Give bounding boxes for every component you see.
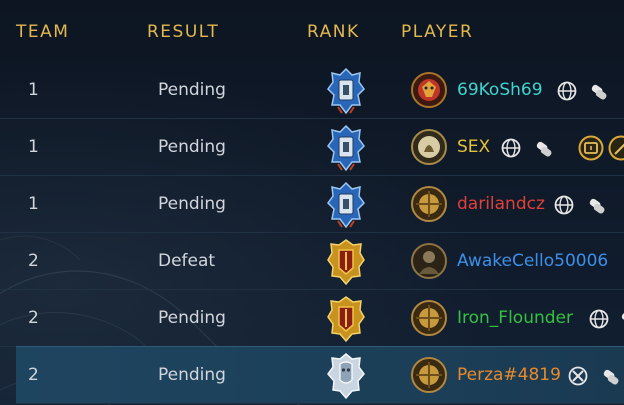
mouse-keyboard-icon bbox=[536, 141, 552, 157]
mute-icon[interactable] bbox=[608, 135, 624, 161]
team-number: 2 bbox=[28, 308, 39, 328]
mouse-keyboard-icon bbox=[621, 312, 624, 323]
globe-icon bbox=[554, 195, 574, 215]
globe-icon bbox=[557, 81, 577, 101]
table-row-selected[interactable]: 2 Pending Perza#4819 bbox=[16, 346, 624, 404]
mouse-keyboard-icon bbox=[589, 198, 605, 214]
table-row[interactable]: 2 Defeat AwakeCello50006 bbox=[0, 233, 624, 290]
player-avatar[interactable] bbox=[410, 71, 448, 109]
column-header-rank[interactable]: RANK bbox=[307, 22, 360, 42]
silver-blue-rank-icon bbox=[327, 124, 365, 172]
table-row[interactable]: 1 Pending SEX bbox=[0, 119, 624, 176]
xbox-icon bbox=[568, 366, 588, 386]
mouse-keyboard-icon bbox=[603, 369, 619, 385]
team-number: 1 bbox=[28, 194, 39, 214]
player-avatar[interactable] bbox=[410, 299, 448, 337]
player-name[interactable]: Perza#4819 bbox=[457, 365, 561, 385]
player-name[interactable]: 69KoSh69 bbox=[457, 80, 543, 100]
table-row[interactable]: 1 Pending 69KoSh69 bbox=[0, 62, 624, 119]
match-result: Pending bbox=[158, 308, 226, 328]
team-number: 1 bbox=[28, 80, 39, 100]
team-number: 2 bbox=[28, 251, 39, 271]
gold-rank-icon bbox=[327, 239, 365, 286]
table-row[interactable]: 1 Pending darilandcz bbox=[0, 176, 624, 233]
player-name[interactable]: AwakeCello50006 bbox=[457, 251, 608, 271]
player-name[interactable]: Iron_Flounder bbox=[457, 308, 573, 328]
gold-rank-icon bbox=[327, 296, 365, 343]
match-result: Pending bbox=[158, 365, 226, 385]
globe-icon bbox=[589, 309, 609, 329]
player-name[interactable]: darilandcz bbox=[457, 194, 545, 214]
white-rank-icon bbox=[327, 353, 365, 400]
team-number: 1 bbox=[28, 137, 39, 157]
player-avatar[interactable] bbox=[410, 185, 448, 223]
mouse-keyboard-icon bbox=[591, 84, 607, 100]
stream-icon[interactable] bbox=[578, 135, 604, 161]
team-number: 2 bbox=[28, 365, 39, 385]
column-header-player[interactable]: PLAYER bbox=[401, 22, 473, 42]
column-header-result[interactable]: RESULT bbox=[147, 22, 219, 42]
match-result: Pending bbox=[158, 137, 226, 157]
globe-icon bbox=[501, 138, 521, 158]
match-result: Defeat bbox=[158, 251, 216, 271]
player-avatar[interactable] bbox=[410, 128, 448, 166]
table-row[interactable]: 2 Pending Iron_Flounder bbox=[0, 290, 624, 347]
column-header-team[interactable]: TEAM bbox=[16, 22, 69, 42]
player-name[interactable]: SEX bbox=[457, 137, 490, 157]
silver-blue-rank-icon bbox=[327, 181, 365, 229]
player-avatar[interactable] bbox=[410, 242, 448, 280]
table-header: TEAM RESULT RANK PLAYER bbox=[0, 0, 624, 62]
player-avatar[interactable] bbox=[410, 356, 448, 394]
match-result: Pending bbox=[158, 194, 226, 214]
silver-blue-rank-icon bbox=[327, 67, 365, 115]
match-result: Pending bbox=[158, 80, 226, 100]
